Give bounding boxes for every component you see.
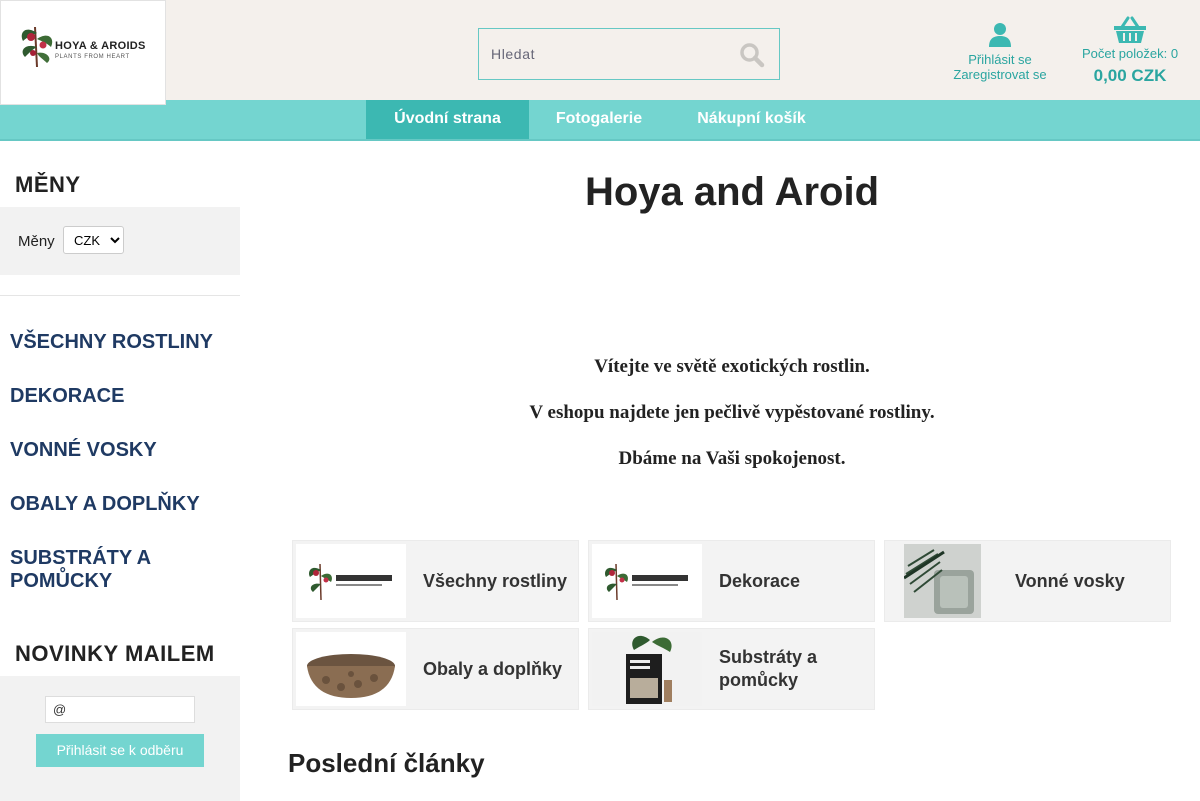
- currency-label: Měny: [18, 233, 55, 250]
- tile-image: [904, 544, 981, 618]
- tile-label: Dekorace: [719, 570, 801, 591]
- cart-widget[interactable]: Počet položek: 0 0,00 CZK: [1075, 16, 1185, 86]
- tile-image: [296, 632, 406, 706]
- register-link[interactable]: Zaregistrovat se: [945, 67, 1055, 82]
- logo-image: [592, 544, 702, 618]
- wax-melts-image: [904, 544, 981, 618]
- tile-label: Vonné vosky: [1015, 570, 1125, 591]
- page-title: Hoya and Aroid: [584, 170, 880, 214]
- cart-price: 0,00 CZK: [1093, 66, 1167, 85]
- header: HOYA & AROIDS PLANTS FROM HEART Přihlási…: [0, 0, 1200, 105]
- newsletter-heading: NOVINKY MAILEM: [15, 641, 215, 666]
- sidebar-category-substrates[interactable]: SUBSTRÁTY A POMŮCKY: [10, 547, 230, 593]
- tile-image: [296, 544, 406, 618]
- search-input[interactable]: [480, 30, 720, 78]
- search-button[interactable]: [739, 42, 767, 68]
- last-articles-heading: Poslední články: [288, 748, 485, 778]
- plant-logo-icon: [21, 26, 53, 68]
- newsletter-email-input[interactable]: [45, 696, 195, 723]
- logo-subtitle: PLANTS FROM HEART: [55, 54, 130, 60]
- tile-label: Všechny rostliny: [423, 570, 568, 591]
- logo-title: HOYA & AROIDS: [55, 40, 146, 52]
- logo-image: [296, 544, 406, 618]
- currency-select[interactable]: CZK: [63, 226, 124, 254]
- sidebar-category-decorations[interactable]: DEKORACE: [10, 385, 230, 408]
- sidebar-category-wax-melts[interactable]: VONNÉ VOSKY: [10, 439, 230, 462]
- nav-item-home[interactable]: Úvodní strana: [366, 100, 529, 139]
- nav-item-gallery[interactable]: Fotogalerie: [529, 100, 669, 139]
- search-box: [478, 28, 780, 80]
- newsletter-panel: Přihlásit se k odběru: [0, 676, 240, 801]
- tile-label: Obaly a doplňky: [423, 658, 563, 679]
- main-nav: Úvodní strana Fotogalerie Nákupní košík: [0, 100, 1200, 141]
- category-tile-all-plants[interactable]: Všechny rostliny: [292, 540, 579, 622]
- basket-icon: [1114, 16, 1146, 43]
- pot-image: [296, 632, 406, 706]
- sidebar-category-all-plants[interactable]: VŠECHNY ROSTLINY: [10, 331, 230, 354]
- soil-bag-image: [592, 632, 702, 706]
- user-icon[interactable]: [988, 22, 1012, 48]
- sidebar-divider: [0, 295, 240, 296]
- logo[interactable]: HOYA & AROIDS PLANTS FROM HEART: [0, 0, 166, 105]
- category-tile-pots[interactable]: Obaly a doplňky: [292, 628, 579, 710]
- user-account: Přihlásit se Zaregistrovat se: [945, 22, 1055, 82]
- login-link[interactable]: Přihlásit se: [945, 52, 1055, 67]
- tile-image: [592, 632, 702, 706]
- sidebar-category-pots[interactable]: OBALY A DOPLŇKY: [10, 493, 230, 516]
- cart-count: Počet položek: 0: [1081, 46, 1179, 61]
- category-tile-wax-melts[interactable]: Vonné vosky: [884, 540, 1171, 622]
- intro-line-2: V eshopu najdete jen pečlivě vypěstované…: [529, 402, 935, 423]
- currency-panel: Měny CZK: [0, 207, 240, 275]
- category-tile-decorations[interactable]: Dekorace: [588, 540, 875, 622]
- tile-image: [592, 544, 702, 618]
- intro-line-3: Dbáme na Vaši spokojenost.: [618, 448, 846, 469]
- category-tile-substrates[interactable]: Substráty a pomůcky: [588, 628, 875, 710]
- currency-heading: MĚNY: [15, 172, 81, 197]
- intro-line-1: Vítejte ve světě exotických rostlin.: [594, 356, 870, 377]
- sidebar: MĚNY Měny CZK VŠECHNY ROSTLINY DEKORACE …: [0, 141, 240, 801]
- logo-mark: HOYA & AROIDS PLANTS FROM HEART: [17, 23, 149, 69]
- tile-label: Substráty a pomůcky: [719, 647, 818, 690]
- newsletter-subscribe-button[interactable]: Přihlásit se k odběru: [36, 734, 204, 767]
- nav-item-cart[interactable]: Nákupní košík: [669, 100, 834, 139]
- search-icon: [740, 43, 765, 68]
